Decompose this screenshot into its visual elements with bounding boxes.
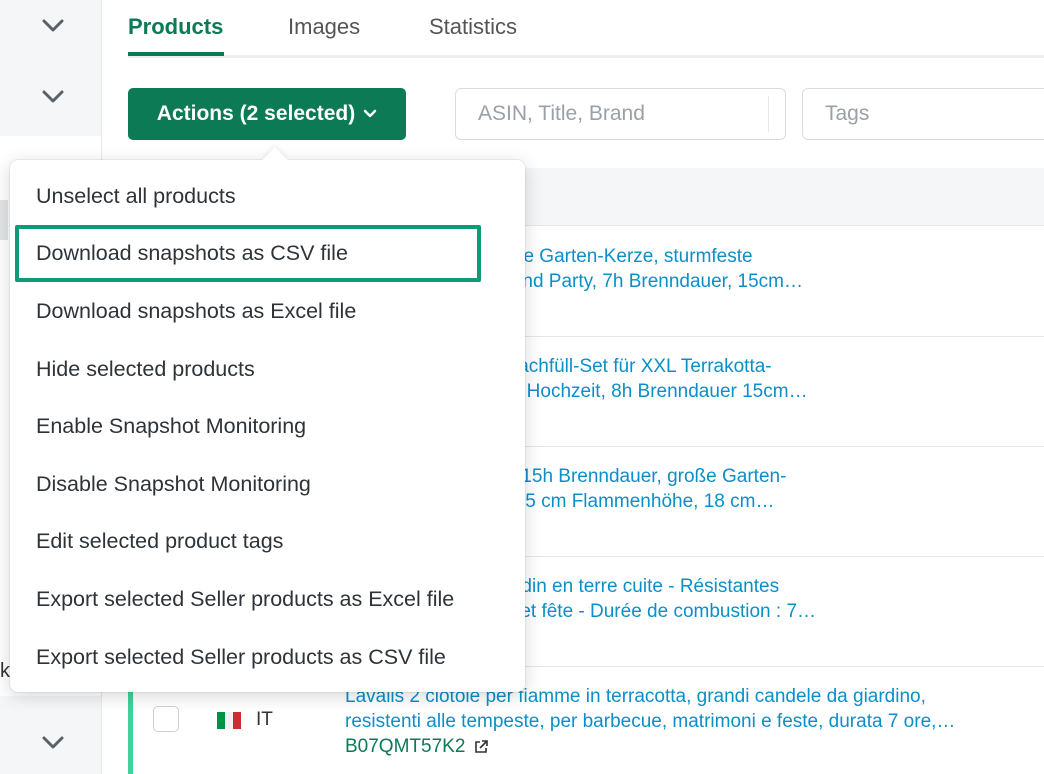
- tags-input[interactable]: [802, 88, 1044, 140]
- menu-item-hide-selected[interactable]: Hide selected products: [36, 357, 255, 382]
- active-tab-indicator: [128, 52, 224, 56]
- menu-item-download-excel[interactable]: Download snapshots as Excel file: [36, 299, 356, 324]
- actions-button[interactable]: Actions (2 selected): [128, 88, 406, 140]
- actions-button-label: Actions (2 selected): [156, 102, 356, 125]
- chevron-down-icon[interactable]: [40, 84, 66, 110]
- dropdown-caret: [262, 147, 288, 173]
- menu-item-unselect-all[interactable]: Unselect all products: [36, 184, 236, 209]
- external-link-icon: [475, 740, 489, 753]
- row-checkbox[interactable]: [153, 706, 179, 732]
- menu-item-export-seller-csv[interactable]: Export selected Seller products as CSV f…: [36, 645, 446, 670]
- italy-flag-icon: [217, 712, 241, 729]
- chevron-down-icon[interactable]: [40, 730, 66, 756]
- country-code: IT: [256, 709, 273, 730]
- asin-label: B07QMT57K2: [345, 736, 466, 757]
- menu-item-export-seller-excel[interactable]: Export selected Seller products as Excel…: [36, 587, 454, 612]
- tab-bar: Products Images Statistics: [128, 0, 1044, 58]
- tab-images[interactable]: Images: [288, 14, 360, 40]
- highlight-box: [15, 225, 481, 282]
- product-title-line: resistenti alle tempeste, per barbecue, …: [345, 711, 956, 732]
- menu-item-enable-monitoring[interactable]: Enable Snapshot Monitoring: [36, 414, 306, 439]
- menu-item-edit-tags[interactable]: Edit selected product tags: [36, 529, 283, 554]
- tab-products[interactable]: Products: [128, 14, 223, 40]
- asin-link[interactable]: B07QMT57K2: [345, 736, 489, 758]
- sidebar-partial-label: k: [0, 660, 10, 682]
- chevron-down-icon[interactable]: [40, 13, 66, 39]
- search-input[interactable]: [455, 88, 786, 140]
- tab-statistics[interactable]: Statistics: [429, 14, 517, 40]
- search-divider: [768, 96, 769, 132]
- chevron-down-icon: [363, 109, 377, 118]
- menu-item-disable-monitoring[interactable]: Disable Snapshot Monitoring: [36, 472, 311, 497]
- sidebar-accent: [0, 200, 8, 240]
